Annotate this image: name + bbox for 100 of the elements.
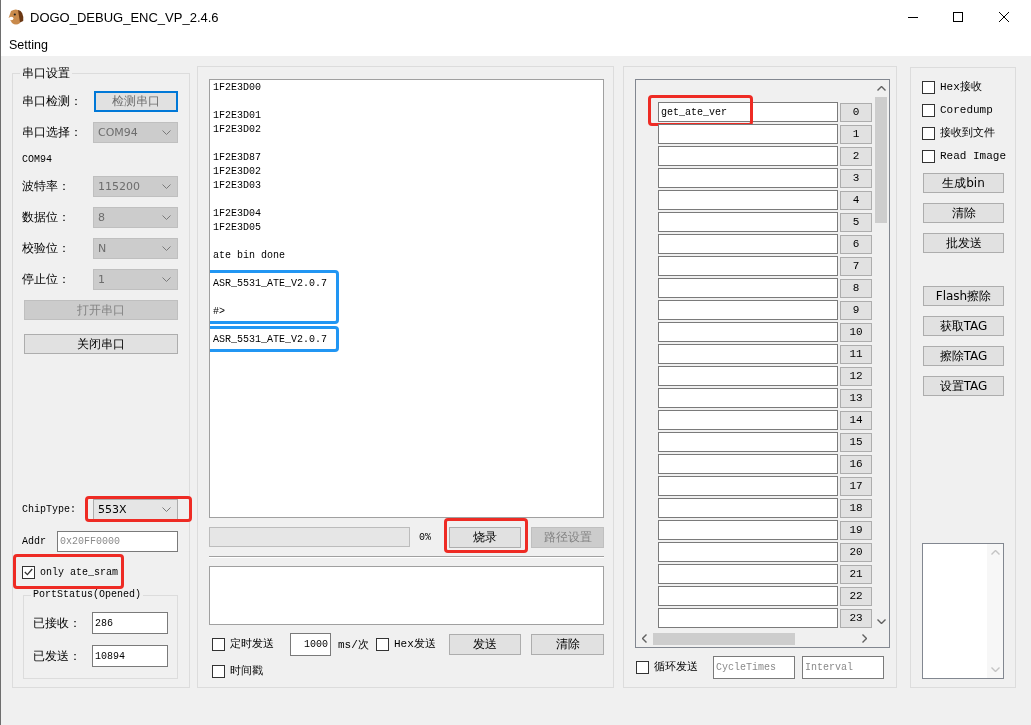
- maximize-icon[interactable]: [953, 12, 963, 22]
- chevron-right-icon[interactable]: [862, 634, 867, 643]
- send-text-area[interactable]: [209, 566, 604, 625]
- list-box[interactable]: [922, 543, 1004, 679]
- tool-button[interactable]: 擦除TAG: [923, 346, 1004, 366]
- row-send-button[interactable]: 1: [840, 124, 872, 144]
- log-line: 1F2E3D02: [213, 123, 262, 137]
- chevron-down-icon[interactable]: [876, 619, 886, 624]
- chevron-up-icon[interactable]: [876, 86, 886, 91]
- command-field[interactable]: [658, 256, 838, 276]
- scrollbar-thumb[interactable]: [653, 632, 795, 645]
- command-field[interactable]: [658, 542, 838, 562]
- window-title: DOGO_DEBUG_ENC_VP_2.4.6: [30, 9, 219, 25]
- command-field[interactable]: get_ate_ver: [658, 102, 838, 122]
- field-label: 已发送：: [33, 647, 82, 665]
- row-send-button[interactable]: 13: [840, 388, 872, 408]
- chevron-left-icon[interactable]: [642, 634, 647, 643]
- send-button[interactable]: 发送: [449, 634, 521, 655]
- command-field[interactable]: [658, 388, 838, 408]
- command-field[interactable]: [658, 608, 838, 628]
- row-send-button[interactable]: 16: [840, 454, 872, 474]
- scrollbar-thumb[interactable]: [875, 97, 887, 223]
- close-icon[interactable]: [999, 12, 1009, 22]
- command-field[interactable]: [658, 476, 838, 496]
- count-field[interactable]: 10894: [92, 645, 168, 667]
- field-label: 数据位：: [22, 209, 71, 226]
- command-field[interactable]: [658, 454, 838, 474]
- send-button[interactable]: 清除: [531, 634, 604, 655]
- command-field[interactable]: [658, 344, 838, 364]
- row-send-button[interactable]: 14: [840, 410, 872, 430]
- command-field[interactable]: [658, 322, 838, 342]
- detect-port-button[interactable]: 检测串口: [94, 91, 178, 112]
- count-field[interactable]: 286: [92, 612, 168, 634]
- tool-button[interactable]: 获取TAG: [923, 316, 1004, 336]
- log-line: 1F2E3D01: [213, 109, 262, 123]
- row-send-button[interactable]: 15: [840, 432, 872, 452]
- checkbox[interactable]: [922, 103, 935, 117]
- unit-label: ms/次: [338, 638, 370, 652]
- checkbox[interactable]: [922, 126, 935, 140]
- row-send-button[interactable]: 18: [840, 498, 872, 518]
- row-send-button[interactable]: 19: [840, 520, 872, 540]
- port-name-text: COM94: [22, 154, 52, 165]
- row-send-button[interactable]: 22: [840, 586, 872, 606]
- log-line: ASR_5531_ATE_V2.0.7: [213, 333, 328, 347]
- command-field[interactable]: [658, 212, 838, 232]
- row-send-button[interactable]: 4: [840, 190, 872, 210]
- command-field[interactable]: [658, 278, 838, 298]
- row-send-button[interactable]: 0: [840, 102, 872, 122]
- period-field[interactable]: 1000: [290, 633, 331, 656]
- text-field[interactable]: CycleTimes: [713, 656, 795, 679]
- row-send-button[interactable]: 10: [840, 322, 872, 342]
- checkbox[interactable]: [636, 661, 649, 674]
- row-send-button[interactable]: 12: [840, 366, 872, 386]
- row-send-button[interactable]: 2: [840, 146, 872, 166]
- command-field[interactable]: [658, 300, 838, 320]
- row-send-button[interactable]: 5: [840, 212, 872, 232]
- tool-button[interactable]: Flash擦除: [923, 286, 1004, 306]
- tool-button[interactable]: 清除: [923, 203, 1004, 223]
- command-field[interactable]: [658, 520, 838, 540]
- checkbox[interactable]: [212, 664, 225, 678]
- checkbox[interactable]: [922, 80, 935, 94]
- checkbox[interactable]: [376, 638, 389, 651]
- checkbox[interactable]: [22, 565, 35, 579]
- command-field[interactable]: [658, 146, 838, 166]
- command-field[interactable]: [658, 498, 838, 518]
- text-field[interactable]: Interval: [802, 656, 884, 679]
- checkbox-label: 循环发送: [654, 660, 698, 675]
- command-field[interactable]: [658, 366, 838, 386]
- command-field[interactable]: [658, 168, 838, 188]
- row-send-button[interactable]: 6: [840, 234, 872, 254]
- address-field[interactable]: 0x20FF0000: [57, 531, 178, 552]
- row-send-button[interactable]: 21: [840, 564, 872, 584]
- command-field[interactable]: [658, 190, 838, 210]
- checkbox[interactable]: [212, 638, 225, 651]
- progress-label: 0%: [419, 531, 431, 543]
- tool-button[interactable]: 生成bin: [923, 173, 1004, 193]
- row-send-button[interactable]: 23: [840, 608, 872, 628]
- tool-button[interactable]: 设置TAG: [923, 376, 1004, 396]
- row-send-button[interactable]: 17: [840, 476, 872, 496]
- command-field[interactable]: [658, 124, 838, 144]
- row-send-button[interactable]: 20: [840, 542, 872, 562]
- checkbox[interactable]: [922, 149, 935, 163]
- receive-text-area[interactable]: 1F2E3D00 1F2E3D01 1F2E3D02 1F2E3D87 1F2E3D02 1F2E3D03 1F2E3D04 1F2E3D05 ate bin done ASR_5531_ATE_V2.0.7 #> ASR_5531_ATE_V2.0.7: [209, 79, 604, 518]
- tool-button[interactable]: 批发送: [923, 233, 1004, 253]
- command-field[interactable]: [658, 410, 838, 430]
- row-send-button[interactable]: 8: [840, 278, 872, 298]
- row-send-button[interactable]: 7: [840, 256, 872, 276]
- row-send-button[interactable]: 11: [840, 344, 872, 364]
- command-field[interactable]: [658, 432, 838, 452]
- port-button[interactable]: 关闭串口: [24, 334, 178, 354]
- command-field[interactable]: [658, 234, 838, 254]
- command-field[interactable]: [658, 586, 838, 606]
- row-send-button[interactable]: 9: [840, 300, 872, 320]
- command-field[interactable]: [658, 564, 838, 584]
- menu-item[interactable]: Setting: [9, 38, 48, 52]
- dropdown[interactable]: 553X: [93, 499, 178, 520]
- burn-button[interactable]: 烧录: [449, 526, 521, 548]
- log-line: ate bin done: [213, 249, 285, 263]
- checkbox-label: Hex发送: [394, 637, 436, 652]
- row-send-button[interactable]: 3: [840, 168, 872, 188]
